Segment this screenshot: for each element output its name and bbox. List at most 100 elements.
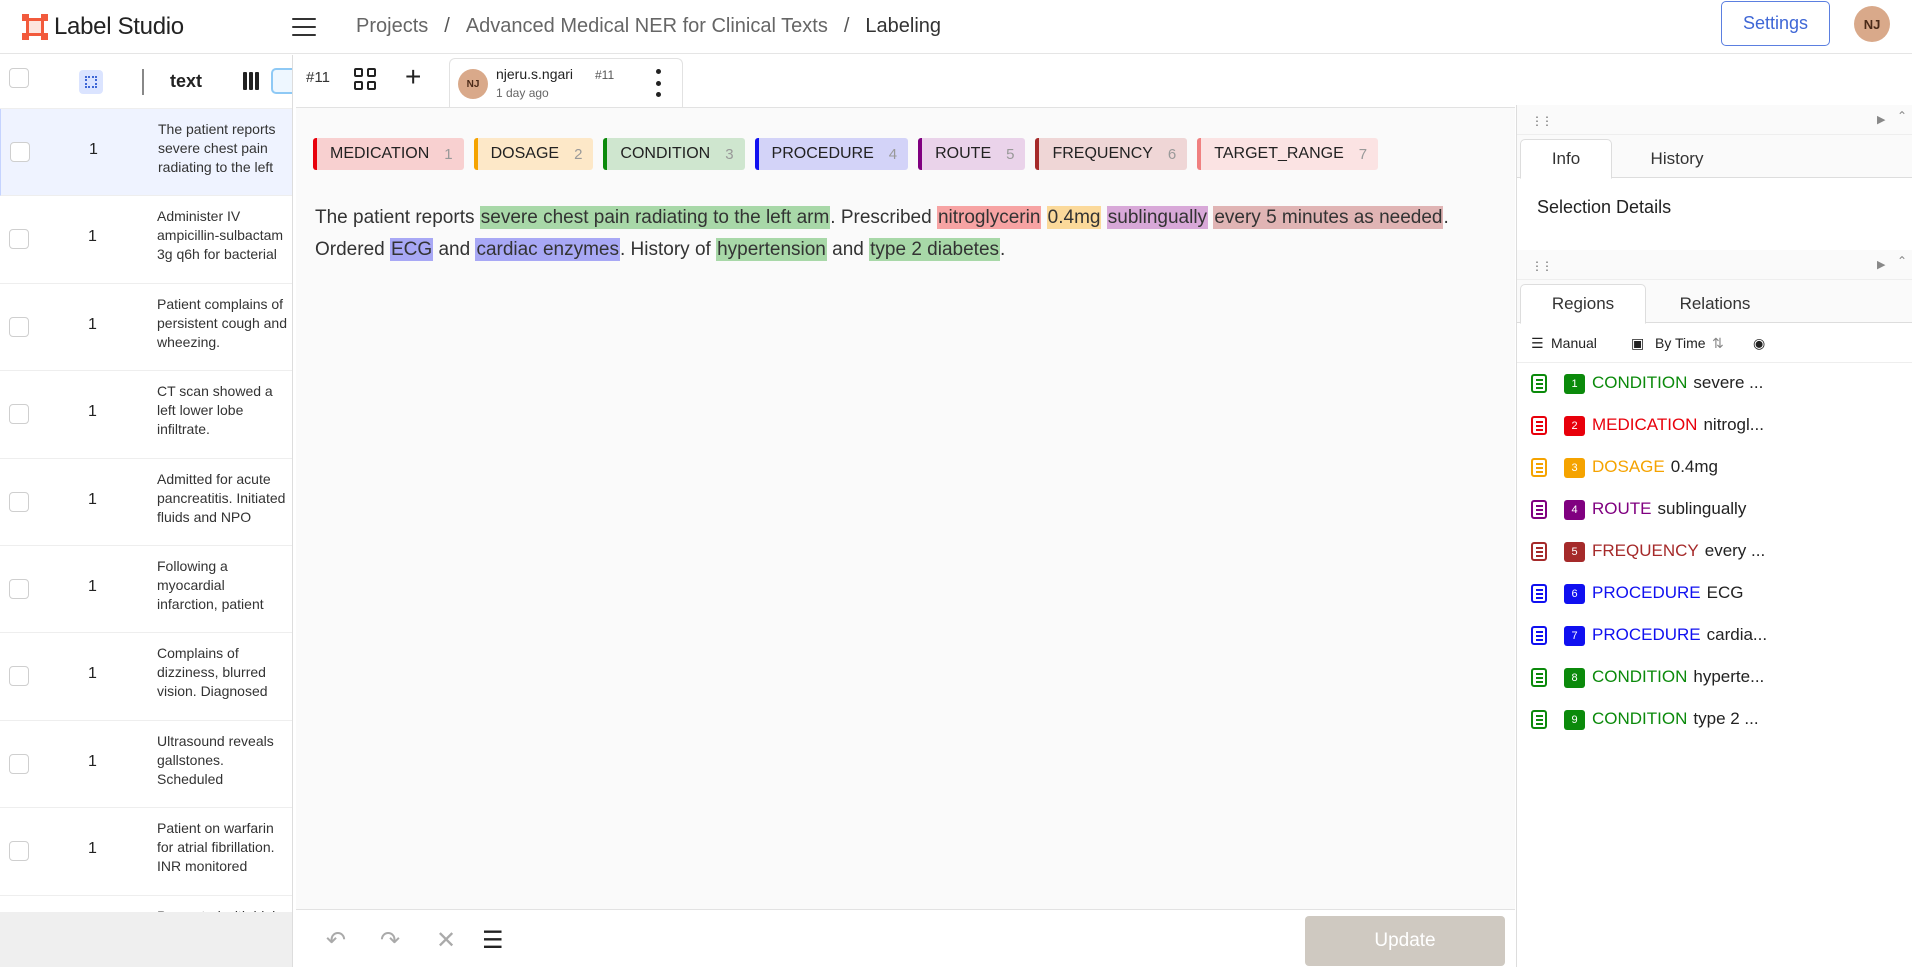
regions-panel: ⋮⋮ ▶ ⌃ Regions Relations ☰ Manual ▣ By T…: [1517, 250, 1912, 741]
grid-view-icon[interactable]: [354, 68, 376, 90]
tab-history[interactable]: History: [1622, 139, 1732, 179]
highlighted-span[interactable]: type 2 diabetes: [869, 238, 1001, 261]
app-logo[interactable]: Label Studio: [22, 13, 292, 41]
label-hotkey: 7: [1358, 145, 1368, 163]
task-row[interactable]: 1 CT scan showed a left lower lobe infilt…: [0, 371, 292, 459]
sort-icon[interactable]: ▣: [1631, 335, 1644, 352]
minimize-icon[interactable]: ⌃: [1897, 254, 1907, 268]
sort-by-time-label[interactable]: By Time: [1655, 335, 1706, 351]
task-text: Complains of dizziness, blurred vision. …: [157, 645, 281, 704]
label-route[interactable]: ROUTE 5: [918, 138, 1026, 170]
update-button[interactable]: Update: [1305, 916, 1505, 966]
region-list: 1 CONDITION severe ... 2 MEDICATION nitrogl..…: [1517, 363, 1912, 741]
task-text: Following a myocardial infarction, patie…: [157, 557, 264, 617]
collapse-arrow-icon[interactable]: ▶: [1877, 113, 1885, 126]
select-all-checkbox[interactable]: [9, 68, 29, 88]
task-checkbox[interactable]: [9, 316, 29, 337]
region-item[interactable]: 3 DOSAGE 0.4mg: [1517, 447, 1912, 489]
label-medication[interactable]: MEDICATION 1: [313, 138, 464, 170]
highlighted-span[interactable]: severe chest pain radiating to the left …: [479, 206, 831, 229]
region-index: 6: [1564, 584, 1585, 604]
manual-order-label[interactable]: Manual: [1551, 335, 1597, 351]
bottom-toolbar: ↶ ↷ ✕ ☰ Update: [296, 909, 1515, 967]
task-checkbox[interactable]: [9, 491, 29, 512]
breadcrumb-projects[interactable]: Projects: [356, 15, 428, 38]
columns-icon[interactable]: [235, 65, 267, 97]
task-checkbox[interactable]: [9, 841, 29, 862]
text-segment: . Prescribed: [830, 207, 937, 228]
annotation-time: 1 day ago: [496, 86, 549, 100]
highlighted-span[interactable]: ECG: [389, 238, 434, 261]
region-item[interactable]: 4 ROUTE sublingually: [1517, 489, 1912, 531]
minimize-icon[interactable]: ⌃: [1897, 109, 1907, 123]
task-row[interactable]: 1 Patient complains of persistent cough a…: [0, 284, 292, 372]
drag-handle-icon[interactable]: ⋮⋮: [1531, 114, 1553, 128]
task-row[interactable]: 1 The patient reports severe chest pain r…: [0, 109, 292, 197]
label-condition[interactable]: CONDITION 3: [603, 138, 745, 170]
select-area-icon[interactable]: [79, 70, 103, 94]
view-toggle-button[interactable]: [271, 68, 292, 94]
highlighted-span[interactable]: hypertension: [716, 238, 827, 261]
task-checkbox[interactable]: [9, 666, 29, 687]
tab-info[interactable]: Info: [1520, 139, 1612, 179]
breadcrumb-project[interactable]: Advanced Medical NER for Clinical Texts: [466, 15, 828, 38]
settings-sliders-icon[interactable]: ☰: [482, 926, 504, 955]
user-avatar[interactable]: NJ: [1854, 6, 1890, 42]
task-checkbox[interactable]: [9, 578, 29, 599]
region-index: 3: [1564, 458, 1585, 478]
region-item[interactable]: 6 PROCEDURE ECG: [1517, 573, 1912, 615]
add-annotation-icon[interactable]: +: [405, 61, 421, 93]
task-checkbox[interactable]: [9, 404, 29, 425]
region-item[interactable]: 5 FREQUENCY every ...: [1517, 531, 1912, 573]
task-checkbox[interactable]: [9, 229, 29, 250]
tab-regions[interactable]: Regions: [1520, 284, 1646, 324]
manual-order-icon[interactable]: ☰: [1531, 335, 1544, 352]
label-name: MEDICATION: [330, 145, 430, 162]
label-target-range[interactable]: TARGET_RANGE 7: [1197, 138, 1379, 170]
task-checkbox[interactable]: [10, 142, 30, 162]
highlighted-span[interactable]: 0.4mg: [1046, 206, 1102, 229]
sort-direction-icon[interactable]: ⇅: [1712, 335, 1724, 352]
text-region-icon: [1531, 500, 1547, 519]
task-text: Admitted for acute pancreatitis. Initiat…: [157, 470, 286, 530]
task-row[interactable]: 1 Administer IV ampicillin-sulbactam 3g q…: [0, 196, 292, 284]
label-procedure[interactable]: PROCEDURE 4: [754, 138, 909, 170]
tab-relations[interactable]: Relations: [1655, 284, 1775, 324]
task-row[interactable]: 1 Complains of dizziness, blurred vision.…: [0, 633, 292, 721]
region-label: PROCEDURE: [1592, 625, 1701, 644]
column-header-text[interactable]: text: [170, 71, 202, 92]
text-segment: and: [433, 239, 476, 260]
visibility-eye-icon[interactable]: ◉: [1753, 335, 1765, 352]
task-checkbox[interactable]: [9, 753, 29, 774]
info-tabs: Info History: [1517, 135, 1912, 179]
highlighted-span[interactable]: sublingually: [1106, 206, 1209, 229]
task-row[interactable]: 1 Patient on warfarin for atrial fibrilla…: [0, 808, 292, 896]
drag-handle-icon[interactable]: ⋮⋮: [1531, 259, 1553, 273]
redo-icon[interactable]: ↷: [380, 926, 400, 955]
task-row[interactable]: 1 Ultrasound reveals gallstones. Schedule…: [0, 721, 292, 809]
text-region-icon: [1531, 668, 1547, 687]
hamburger-menu-icon[interactable]: [292, 17, 316, 36]
collapse-arrow-icon[interactable]: ▶: [1877, 258, 1885, 271]
region-item[interactable]: 2 MEDICATION nitrogl...: [1517, 405, 1912, 447]
annotated-text[interactable]: The patient reports severe chest pain ra…: [315, 202, 1495, 266]
more-options-icon[interactable]: [654, 69, 662, 97]
label-frequency[interactable]: FREQUENCY 6: [1035, 138, 1188, 170]
reset-icon[interactable]: ✕: [436, 926, 456, 955]
region-item[interactable]: 8 CONDITION hyperte...: [1517, 657, 1912, 699]
label-dosage[interactable]: DOSAGE 2: [473, 138, 594, 170]
region-item[interactable]: 7 PROCEDURE cardia...: [1517, 615, 1912, 657]
region-index: 9: [1564, 710, 1585, 730]
task-row[interactable]: 1 Following a myocardial infarction, pati…: [0, 546, 292, 634]
undo-icon[interactable]: ↶: [326, 926, 346, 955]
region-text: severe ...: [1693, 373, 1764, 392]
region-item[interactable]: 1 CONDITION severe ...: [1517, 363, 1912, 405]
annotation-tab[interactable]: NJ njeru.s.ngari #11 1 day ago: [449, 58, 683, 108]
highlighted-span[interactable]: nitroglycerin: [936, 206, 1042, 229]
highlighted-span[interactable]: cardiac enzymes: [475, 238, 620, 261]
settings-button[interactable]: Settings: [1721, 1, 1830, 46]
task-row[interactable]: 1 Admitted for acute pancreatitis. Initia…: [0, 459, 292, 546]
highlighted-span[interactable]: every 5 minutes as needed: [1213, 206, 1444, 229]
region-item[interactable]: 9 CONDITION type 2 ...: [1517, 699, 1912, 741]
label-hotkey: 6: [1167, 145, 1177, 163]
